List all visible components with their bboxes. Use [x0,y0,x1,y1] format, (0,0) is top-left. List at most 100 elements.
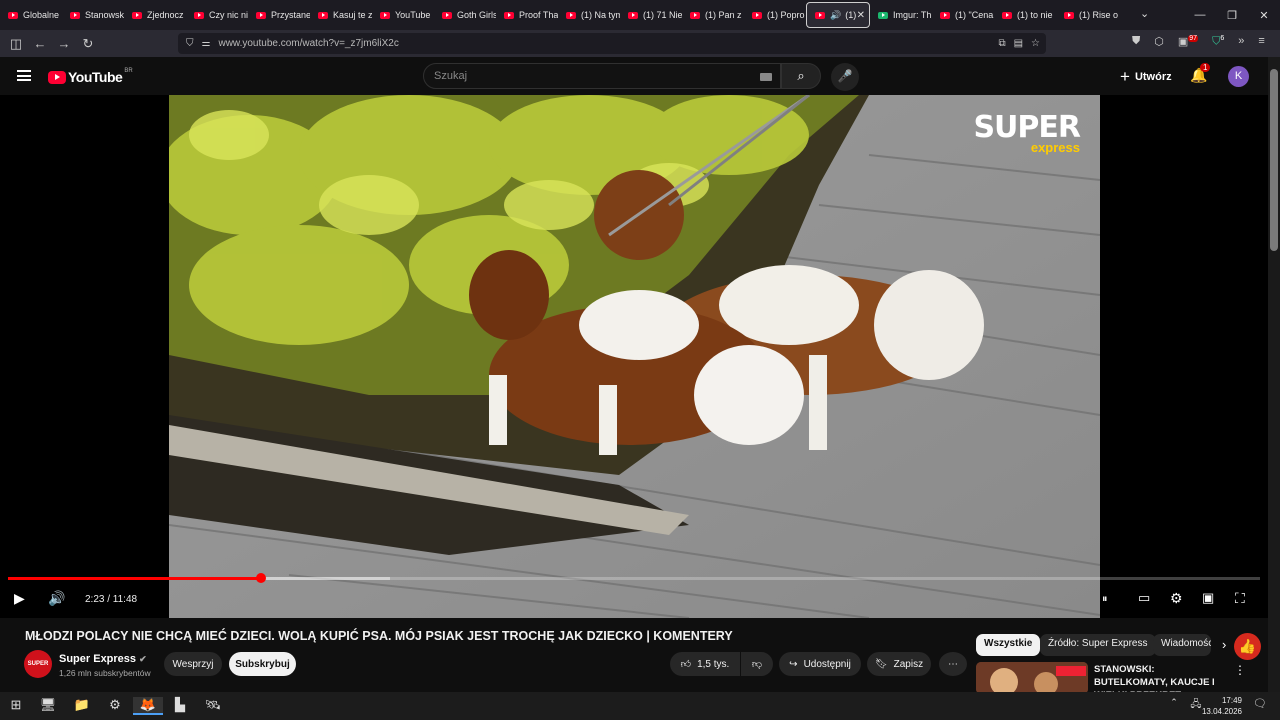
ublock-extension-icon[interactable]: ⛊ [1132,35,1140,49]
settings-gear-icon[interactable]: ⚙ [1170,590,1183,607]
browser-tab[interactable]: Proof Tha [496,2,558,28]
tab-label: YouTube [395,10,431,20]
firefox-icon[interactable]: 🦊 [133,697,163,715]
channel-avatar[interactable]: SUPER [24,650,52,678]
menu-icon[interactable]: ≡ [1258,35,1264,49]
thumbs-up-overlay-icon[interactable]: 👍 [1234,633,1261,660]
extension-badge-count: 6 [1220,35,1225,42]
app-icon[interactable]: 🛰 [203,697,223,715]
chip-label: Źródło: Super Express [1048,638,1148,649]
search-button[interactable]: ⌕ [781,63,821,89]
windows-start-icon[interactable]: ⊞ [6,697,26,715]
youtube-logo[interactable]: YouTube BR [48,68,133,85]
bookmark-star-icon[interactable]: ☆ [1031,38,1040,49]
browser-tab[interactable]: Czy nic ni [186,2,248,28]
permissions-icon[interactable]: ⚌ [202,38,211,49]
forward-icon[interactable]: → [52,36,76,51]
chip-news[interactable]: Wiadomości [1153,634,1211,656]
search-icon: ⌕ [797,68,805,83]
subscribe-button[interactable]: Subskrybuj [229,652,296,676]
video-scene-image [169,95,1100,618]
close-tab-icon[interactable]: ✕ [857,10,865,21]
video-player[interactable]: SUPER express ▶ 🔊 2:23 / 11:48 ⏸ ▭ ⚙ ▣ ⛶… [0,95,1268,660]
voice-search-mic-icon[interactable]: 🎤 [831,63,859,91]
extension-badge-icon[interactable]: ▣97 [1178,35,1199,49]
scrubber-handle[interactable] [255,573,266,583]
video-frame[interactable]: SUPER express [169,95,1100,618]
sidebar-toggle-icon[interactable]: ◫ [4,36,28,52]
save-button[interactable]: 🔖︎ Zapisz [867,652,931,676]
picture-in-picture-icon[interactable]: ⧉ [998,38,1005,49]
recommended-more-icon[interactable]: ⋮ [1234,663,1246,677]
browser-tab[interactable]: Przystane [248,2,310,28]
tray-chevron-icon[interactable]: ⌃ [1164,697,1184,715]
logo-text: YouTube [68,69,123,85]
chips-next-chevron-icon[interactable]: › [1222,637,1226,652]
avatar[interactable]: K [1228,66,1249,87]
file-explorer-icon[interactable]: 📁 [72,697,92,715]
play-icon[interactable]: ▶ [14,590,25,607]
progress-bar[interactable] [8,573,1260,583]
browser-tab[interactable]: Kasuj te z [310,2,372,28]
browser-tab[interactable]: Globalne [0,2,62,28]
extension-shield-icon[interactable]: ⛉6 [1212,35,1224,49]
browser-tab[interactable]: (1) 71 Nie [620,2,682,28]
shield-icon[interactable]: ⛉ [186,38,194,49]
close-window-icon[interactable]: ✕ [1248,9,1280,22]
subtitles-icon[interactable]: ▭ [1138,590,1150,606]
browser-tab-active[interactable]: 🔊 (1) ✕ [806,2,870,28]
volume-icon[interactable]: 🔊 [48,590,65,607]
autoplay-toggle-icon[interactable]: ⏸ [1102,593,1108,606]
chip-source[interactable]: Źródło: Super Express [1040,634,1156,656]
more-actions-button[interactable]: ⋯ [939,652,967,676]
browser-tab[interactable]: (1) Rise of [1056,2,1118,28]
tab-list-chevron-icon[interactable]: ⌄ [1140,7,1149,20]
steam-icon[interactable]: ⚙ [105,697,125,715]
browser-tab[interactable]: (1) to nie [994,2,1056,28]
notion-icon[interactable]: ▙ [170,697,190,715]
youtube-favicon-icon [940,11,950,19]
channel-name[interactable]: Super Express ✔ [59,653,147,665]
speaker-icon[interactable]: 🔊 [830,10,841,21]
keyboard-icon[interactable] [760,73,772,81]
miniplayer-icon[interactable]: ▣ [1202,590,1214,606]
recommended-thumbnail[interactable] [976,662,1088,694]
browser-tab[interactable]: (1) Popro [744,2,806,28]
back-icon[interactable]: ← [28,36,52,51]
share-button[interactable]: ↪ Udostępnij [779,652,861,676]
browser-tab[interactable]: Imgur: Th [870,2,932,28]
create-button[interactable]: + Utwórz [1120,67,1172,87]
extensions-area: ⛊ ⬡ ▣97 ⛉6 » ≡ [1132,35,1265,49]
browser-tab[interactable]: Stanowski [62,2,124,28]
desktop-app-icon[interactable]: 🖥 [38,697,58,715]
notifications-bell-icon[interactable]: 🔔 1 [1190,63,1211,84]
overflow-chevron-icon[interactable]: » [1238,35,1244,49]
dislike-button[interactable]: 👎︎ [741,652,773,676]
browser-tab[interactable]: Goth Girls [434,2,496,28]
browser-tab[interactable]: Zjednocz [124,2,186,28]
notifications-icon[interactable]: 🗨 [1250,697,1270,715]
page-scrollbar[interactable] [1268,57,1280,692]
scrollbar-thumb[interactable] [1270,69,1278,251]
fullscreen-icon[interactable]: ⛶ [1235,590,1245,607]
chip-all[interactable]: Wszystkie [976,634,1041,656]
tab-label: (1) Pan z [705,10,742,20]
reload-icon[interactable]: ↻ [76,36,100,52]
address-bar[interactable]: ⛉ ⚌ www.youtube.com/watch?v=_z7jm6liX2c … [178,33,1046,54]
browser-tab[interactable]: (1) Na tym [558,2,620,28]
browser-tab[interactable]: YouTube [372,2,434,28]
hamburger-menu-icon[interactable] [17,70,31,81]
extensions-puzzle-icon[interactable]: ⬡ [1154,35,1164,49]
share-label: Udostępnij [803,658,851,670]
like-button[interactable]: 👍︎ 1,5 tys. [670,652,740,676]
search-input[interactable]: Szukaj [423,63,781,89]
browser-tab[interactable]: (1) "Cena [932,2,994,28]
minimize-icon[interactable]: — [1184,9,1216,21]
support-button[interactable]: Wesprzyj [164,652,222,676]
share-arrow-icon: ↪ [789,658,798,670]
url-text[interactable]: www.youtube.com/watch?v=_z7jm6liX2c [218,38,398,49]
restore-icon[interactable]: ❐ [1216,9,1248,22]
browser-tab[interactable]: (1) Pan z [682,2,744,28]
system-clock[interactable]: 17:49 13.04.2026 [1202,695,1242,717]
reader-view-icon[interactable]: ▤ [1014,38,1023,49]
